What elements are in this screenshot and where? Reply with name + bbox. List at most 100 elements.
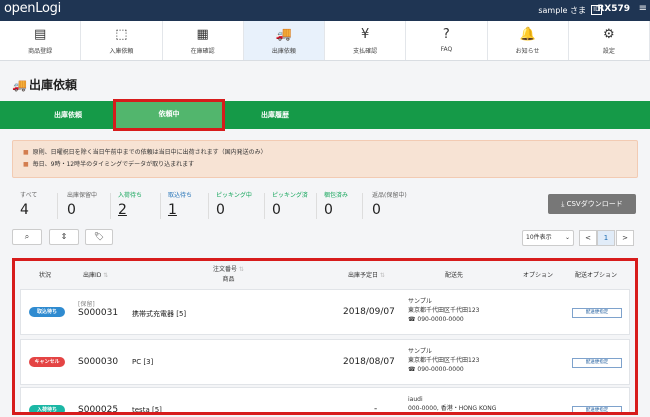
destination: サンプル 東京都千代田区千代田123 ☎ 090-0000-0000 xyxy=(408,297,479,324)
dest-name: サンプル xyxy=(408,298,432,305)
delivery-option-button[interactable]: 配送便指定 xyxy=(572,406,622,412)
search-button[interactable]: ⌕ xyxy=(12,229,42,245)
nav-label: 設定 xyxy=(602,48,615,55)
nav-item-faq[interactable]: ? FAQ xyxy=(406,21,488,60)
scheduled-date: 2018/08/07 xyxy=(343,357,395,367)
nav-item-product-register[interactable]: ▤ 商品登録 xyxy=(0,21,82,60)
nav-item-outbound-request[interactable]: 🚚 出庫依頼 xyxy=(243,21,325,60)
header-status: 状況 xyxy=(39,272,52,279)
account-id: RX579 xyxy=(597,4,630,14)
pager-prev[interactable]: < xyxy=(579,230,597,246)
search-icon: ⌕ xyxy=(24,232,30,241)
shipment-id[interactable]: S000030 xyxy=(78,357,118,367)
nav-label: お知らせ xyxy=(515,48,540,55)
status-counts: すべて 4 出庫保留中 0 入荷待ち 2 取込待ち 1 ピッキング中 0 ピッキ… xyxy=(12,190,512,224)
count-label: 返品(保留中) xyxy=(372,192,407,199)
table-row[interactable]: キャンセル S000030 PC [3] 2018/08/07 サンプル 東京都… xyxy=(20,339,630,385)
page-title: 🚚 出庫依頼 xyxy=(12,76,77,93)
tag-button[interactable]: 🏷 xyxy=(85,229,113,245)
pager-page-1[interactable]: 1 xyxy=(597,230,615,246)
header-order-product[interactable]: 注文番号 ⇅ 商品 xyxy=(213,265,244,285)
sort-button[interactable]: ⇕ xyxy=(49,229,79,245)
header-scheduled-date[interactable]: 出庫予定日 ⇅ xyxy=(348,271,385,281)
csv-download-label: CSVダウンロード xyxy=(566,200,623,208)
notice-line-2: ■ 毎日、9時・12時半のタイミングでデータが取り込まれます xyxy=(23,159,627,171)
notice-text: 毎日、9時・12時半のタイミングでデータが取り込まれます xyxy=(32,161,195,168)
scheduled-date: - xyxy=(374,404,378,414)
destination: iaudi 000-0000, 香港・HONG KONG xyxy=(408,395,496,412)
nav-item-inventory[interactable]: ▦ 在庫確認 xyxy=(163,21,244,60)
count-label: 梱包済み xyxy=(324,192,349,199)
nav-item-notice[interactable]: 🔔 お知らせ xyxy=(488,21,569,60)
notice-box: ■ 原則、日曜祝日を除く当日午前中までの依頼は当日中に出荷されます（国内発送のみ）… xyxy=(12,140,638,178)
sort-icon: ⇕ xyxy=(60,232,68,241)
dest-address: 東京都千代田区千代田123 xyxy=(408,307,480,314)
shipment-id[interactable]: S000031 xyxy=(78,308,118,318)
header-shipment-id[interactable]: 出庫ID ⇅ xyxy=(83,271,108,281)
count-value: 4 xyxy=(20,202,29,218)
sort-icon: ⇅ xyxy=(237,266,244,273)
destination: サンプル 東京都千代田区千代田123 ☎ 090-0000-0000 xyxy=(408,347,479,374)
count-awaiting-import[interactable]: 取込待ち 1 xyxy=(168,190,218,224)
count-picked[interactable]: ピッキング済 0 xyxy=(272,190,322,224)
header-delivery-options: 配送オプション xyxy=(575,272,618,279)
table-row[interactable]: 取込待ち [保留] S000031 携帯式充電器 [5] 2018/09/07 … xyxy=(20,289,630,335)
nav-label: FAQ xyxy=(440,46,453,53)
divider xyxy=(264,193,265,219)
question-icon: ? xyxy=(442,27,450,42)
table-row[interactable]: 入荷待ち S000025 testa [5] - iaudi 000-0000,… xyxy=(20,387,630,414)
count-packed[interactable]: 梱包済み 0 xyxy=(324,190,374,224)
header-destination: 配送先 xyxy=(445,272,464,279)
divider xyxy=(160,193,161,219)
product-name: PC [3] xyxy=(132,358,154,366)
nav-label: 支払確認 xyxy=(353,48,378,55)
per-page-select[interactable]: 10件表示 ⌄ xyxy=(522,230,574,246)
nav-item-payment[interactable]: ¥ 支払確認 xyxy=(325,21,407,60)
table-header: 状況 出庫ID ⇅ 注文番号 ⇅ 商品 出庫予定日 ⇅ 配送先 オプション 配送… xyxy=(15,261,635,289)
chevron-down-icon: ⌄ xyxy=(564,234,570,241)
divider xyxy=(208,193,209,219)
pager-next[interactable]: > xyxy=(616,230,634,246)
bell-icon: 🔔 xyxy=(519,27,536,42)
nav-label: 商品登録 xyxy=(28,48,53,55)
inbound-box-icon: ⬚ xyxy=(115,27,128,42)
tab-outbound-request[interactable]: 出庫依頼 xyxy=(20,101,116,129)
divider xyxy=(362,193,363,219)
divider xyxy=(316,193,317,219)
count-picking[interactable]: ピッキング中 0 xyxy=(216,190,266,224)
status-badge: 入荷待ち xyxy=(29,405,65,412)
header-options: オプション xyxy=(523,272,554,279)
nav-label: 出庫依頼 xyxy=(271,48,296,55)
count-label: 取込待ち xyxy=(168,192,193,199)
count-label: ピッキング中 xyxy=(216,192,252,199)
truck-icon: 🚚 xyxy=(275,27,292,42)
divider xyxy=(57,193,58,219)
delivery-option-button[interactable]: 配送便指定 xyxy=(572,308,622,318)
notice-bullet: ■ xyxy=(23,161,29,168)
hamburger-icon[interactable]: ≡ xyxy=(639,3,647,14)
nav-item-inbound-request[interactable]: ⬚ 入庫依頼 xyxy=(81,21,163,60)
shipment-id[interactable]: S000025 xyxy=(78,405,118,412)
product-name: 携帯式充電器 [5] xyxy=(132,310,187,318)
status-badge: 取込待ち xyxy=(29,307,65,317)
user-name[interactable]: sample さま xyxy=(538,5,586,16)
delivery-option-button[interactable]: 配送便指定 xyxy=(572,358,622,368)
hold-tag: [保留] xyxy=(78,301,95,308)
dest-name: iaudi xyxy=(408,396,423,403)
sort-icon: ⇅ xyxy=(378,272,385,279)
header-label: 出庫ID xyxy=(83,272,102,279)
page-title-text: 出庫依頼 xyxy=(29,78,78,92)
notice-text: 原則、日曜祝日を除く当日午前中までの依頼は当日中に出荷されます（国内発送のみ） xyxy=(32,149,267,156)
yen-icon: ¥ xyxy=(360,27,370,42)
csv-download-button[interactable]: ⤓ CSVダウンロード xyxy=(548,194,636,214)
openlogi-logo[interactable]: openLogi xyxy=(4,1,61,16)
tab-history[interactable]: 出庫履歴 xyxy=(224,101,326,129)
dest-phone: ☎ 090-0000-0000 xyxy=(408,366,464,373)
header-label: 出庫予定日 xyxy=(348,272,379,279)
product-name: testa [5] xyxy=(132,406,162,414)
count-returns[interactable]: 返品(保留中) 0 xyxy=(372,190,422,224)
tab-in-progress[interactable]: 依頼中 xyxy=(113,99,225,131)
per-page-value: 10件表示 xyxy=(526,234,552,241)
nav-item-settings[interactable]: ⚙ 設定 xyxy=(569,21,650,60)
count-all[interactable]: すべて 4 xyxy=(20,190,70,224)
